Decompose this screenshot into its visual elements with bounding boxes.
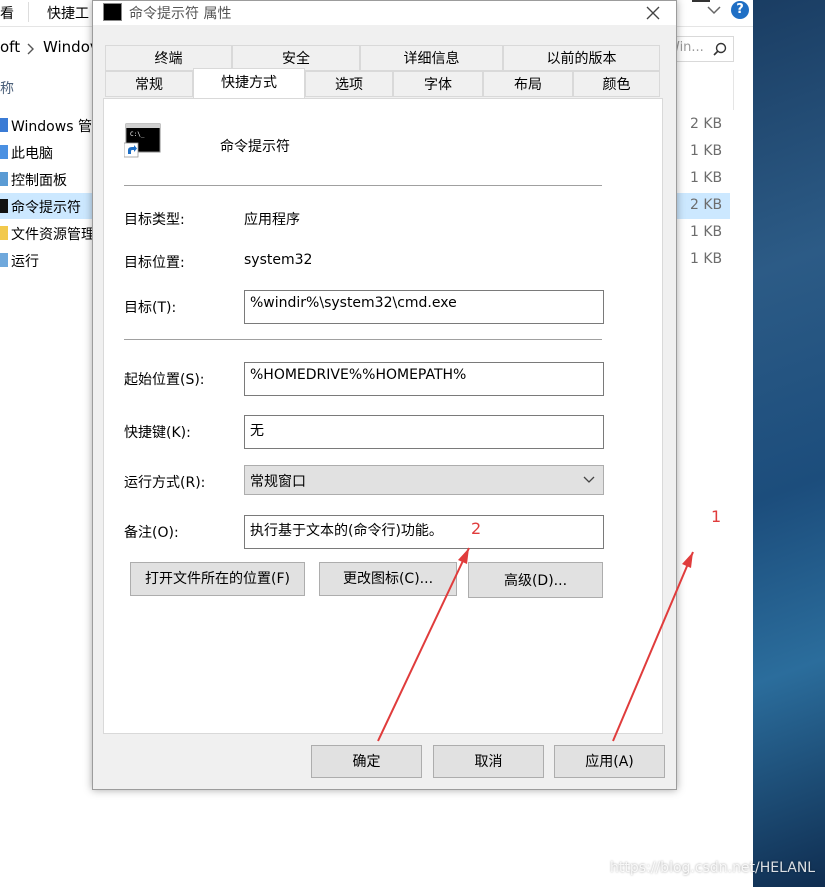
watermark: https://blog.csdn.net/HELANL (610, 860, 816, 876)
annotation-label-1: 1 (711, 507, 722, 526)
annotation-arrows (377, 547, 694, 742)
annotation-label-2: 2 (471, 519, 482, 538)
annotation-arrow-1 (612, 551, 694, 742)
annotation-arrow-2 (377, 547, 470, 742)
